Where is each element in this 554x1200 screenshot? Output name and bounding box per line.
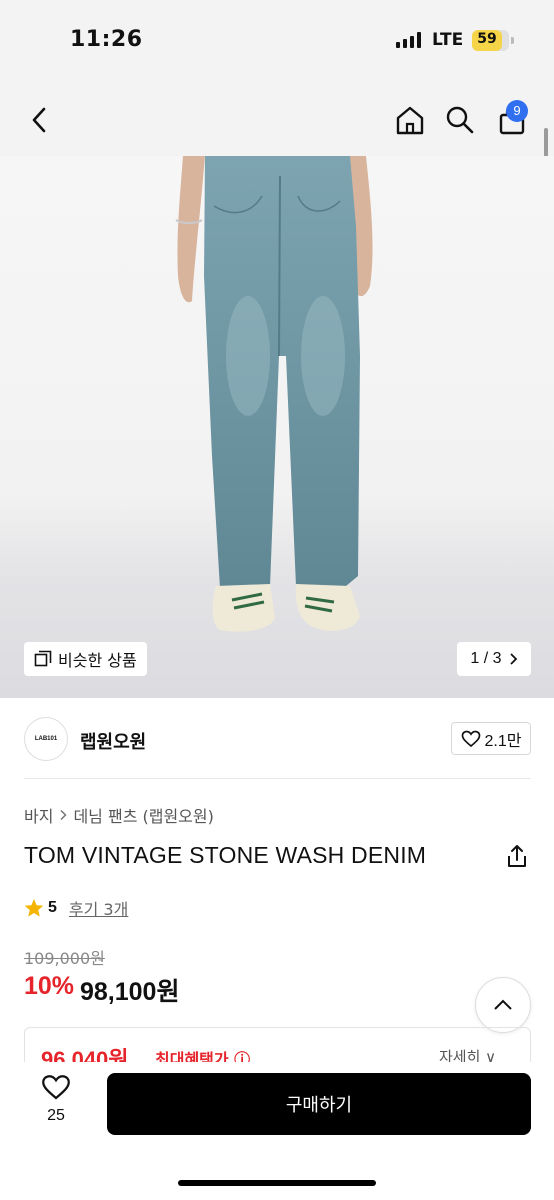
rating: 5 후기 3개 xyxy=(24,896,128,920)
battery-icon: 59 xyxy=(472,30,509,51)
jeans-photo xyxy=(175,156,373,632)
review-link[interactable]: 후기 3개 xyxy=(69,896,128,920)
original-price: 109,000원 xyxy=(24,949,105,968)
home-icon[interactable] xyxy=(392,102,428,138)
divider xyxy=(24,778,531,779)
home-indicator[interactable] xyxy=(178,1180,376,1186)
image-counter: 1 / 3 xyxy=(470,650,502,667)
chevron-right-icon xyxy=(509,653,517,665)
top-nav xyxy=(0,84,554,156)
brand-name[interactable]: 랩원오원 xyxy=(80,728,146,754)
product-like-count: 25 xyxy=(47,1107,65,1124)
scroll-top-button[interactable] xyxy=(475,977,531,1033)
image-counter-button[interactable]: 1 / 3 xyxy=(457,642,531,676)
network-label: LTE xyxy=(432,30,464,50)
star-icon xyxy=(24,899,44,917)
chevron-up-icon xyxy=(494,999,512,1010)
status-bar: 11:26 LTE 59 xyxy=(0,0,554,84)
chevron-right-icon xyxy=(60,809,68,821)
breadcrumb-category[interactable]: 바지 xyxy=(24,803,53,827)
similar-products-button[interactable]: 비슷한 상품 xyxy=(24,642,147,676)
heart-icon xyxy=(42,1075,70,1100)
cart-count-badge: 9 xyxy=(506,100,528,122)
search-icon[interactable] xyxy=(442,102,478,138)
sale-price: 98,100원 xyxy=(80,978,180,1006)
buy-button[interactable]: 구매하기 xyxy=(107,1073,531,1135)
breadcrumb: 바지 데님 팬츠 (랩원오원) xyxy=(24,803,214,827)
product-like-button[interactable]: 25 xyxy=(30,1074,82,1125)
back-icon[interactable] xyxy=(22,102,58,138)
product-title: TOM VINTAGE STONE WASH DENIM xyxy=(24,842,427,868)
similar-products-label: 비슷한 상품 xyxy=(58,651,137,670)
battery-level: 59 xyxy=(477,31,497,47)
brand-like-count: 2.1만 xyxy=(484,732,522,750)
rating-value: 5 xyxy=(48,899,57,916)
brand-logo[interactable]: LAB101 xyxy=(24,717,68,761)
brand-like-button[interactable]: 2.1만 xyxy=(451,722,531,755)
product-image[interactable] xyxy=(0,156,554,698)
signal-icon xyxy=(396,32,421,48)
battery-tip xyxy=(511,37,514,44)
breadcrumb-subcategory[interactable]: 데님 팬츠 (랩원오원) xyxy=(73,803,213,827)
heart-icon xyxy=(461,730,480,747)
copy-icon xyxy=(34,650,52,667)
status-time: 11:26 xyxy=(70,27,143,52)
share-icon[interactable] xyxy=(504,843,530,869)
discount-rate: 10% xyxy=(24,972,75,1000)
brand-logo-text: LAB101 xyxy=(34,736,58,742)
